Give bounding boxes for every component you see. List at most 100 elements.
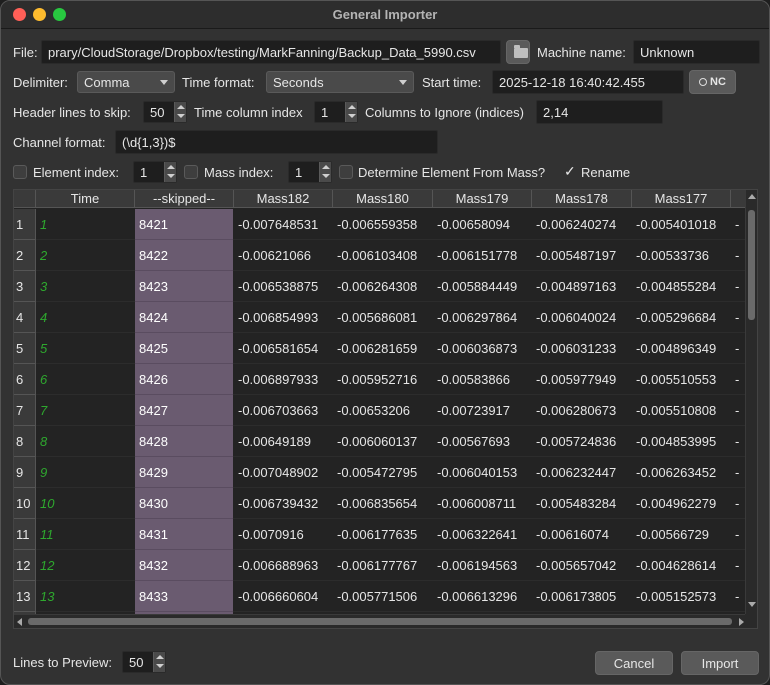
mass-value-cell[interactable]: -0.006173805 [532, 581, 632, 612]
mass-value-cell[interactable]: -0.00649189 [234, 426, 333, 457]
table-row[interactable]: 8 8 8428 -0.00649189 -0.006060137 -0.00567693… [14, 426, 757, 457]
table-row[interactable]: 7 7 8427 -0.006703663 -0.00653206 -0.00723917… [14, 395, 757, 426]
mass-value-cell[interactable]: -0.00567693 [433, 426, 532, 457]
mass-value-cell[interactable]: -0.007048902 [234, 457, 333, 488]
mass-value-cell[interactable]: -0.006854993 [234, 302, 333, 333]
mass-index-checkbox[interactable] [184, 165, 198, 179]
table-row[interactable]: 9 9 8429 -0.007048902 -0.005472795 -0.0060401… [14, 457, 757, 488]
mass-value-cell[interactable]: -0.006151778 [433, 240, 532, 271]
channel-format-field[interactable]: (\d{1,3})$ [115, 130, 438, 154]
mass-value-cell[interactable]: -0.004897163 [532, 271, 632, 302]
vertical-scrollbar[interactable] [745, 190, 757, 614]
machine-name-field[interactable]: Unknown [633, 40, 760, 64]
table-row[interactable]: 6 6 8426 -0.006897933 -0.005952716 -0.0058386… [14, 364, 757, 395]
table-row[interactable]: 10 10 8430 -0.006739432 -0.006835654 -0.00600… [14, 488, 757, 519]
row-number[interactable]: 7 [14, 395, 36, 426]
mass-value-cell[interactable]: -0.005952716 [333, 364, 433, 395]
mass-value-cell[interactable]: -0.005401018 [632, 209, 731, 240]
skipped-cell[interactable]: 8427 [135, 395, 233, 426]
time-cell[interactable]: 1 [36, 209, 134, 240]
mass-value-cell[interactable]: -0.005487197 [532, 240, 632, 271]
skipped-cell[interactable]: 8424 [135, 302, 233, 333]
column-header-skipped[interactable]: --skipped-- [135, 190, 234, 208]
mass-value-cell[interactable]: -0.00653206 [333, 395, 433, 426]
mass-value-cell[interactable]: -0.00658094 [433, 209, 532, 240]
mass-value-cell[interactable]: -0.006897933 [234, 364, 333, 395]
element-index-checkbox[interactable] [13, 165, 27, 179]
time-cell[interactable]: 10 [36, 488, 134, 519]
mass-value-cell[interactable]: -0.006322641 [433, 519, 532, 550]
mass-value-cell[interactable]: -0.006835654 [333, 488, 433, 519]
determine-element-checkbox[interactable] [339, 165, 353, 179]
row-number[interactable]: 1 [14, 209, 36, 240]
skipped-cell[interactable]: 8433 [135, 581, 233, 612]
mass-value-cell[interactable]: -0.004853995 [632, 426, 731, 457]
table-row[interactable]: 3 3 8423 -0.006538875 -0.006264308 -0.0058844… [14, 271, 757, 302]
row-number[interactable]: 10 [14, 488, 36, 519]
time-cell[interactable]: 4 [36, 302, 134, 333]
mass-value-cell[interactable]: -0.006194563 [433, 550, 532, 581]
start-time-field[interactable]: 2025-12-18 16:40:42.455 [492, 70, 684, 94]
mass-value-cell[interactable]: -0.006297864 [433, 302, 532, 333]
mass-value-cell[interactable]: -0.005296684 [632, 302, 731, 333]
mass-value-cell[interactable]: -0.006660604 [234, 581, 333, 612]
mass-value-cell[interactable]: -0.005657042 [532, 550, 632, 581]
mass-value-cell[interactable]: -0.006040153 [433, 457, 532, 488]
mass-value-cell[interactable]: -0.006739432 [234, 488, 333, 519]
time-cell[interactable]: 3 [36, 271, 134, 302]
mass-value-cell[interactable]: -0.005152573 [632, 581, 731, 612]
time-cell[interactable]: 11 [36, 519, 134, 550]
mass-value-cell[interactable]: -0.005724836 [532, 426, 632, 457]
mass-value-cell[interactable]: -0.006581654 [234, 333, 333, 364]
mass-value-cell[interactable]: -0.00583866 [433, 364, 532, 395]
vertical-scroll-thumb[interactable] [748, 210, 755, 320]
time-format-select[interactable]: Seconds [266, 71, 414, 93]
column-header-mass180[interactable]: Mass180 [333, 190, 433, 208]
mass-value-cell[interactable]: -0.006281659 [333, 333, 433, 364]
mass-value-cell[interactable]: -0.00566729 [632, 519, 731, 550]
stepper-icon[interactable] [319, 162, 331, 182]
nc-button[interactable]: NC [689, 70, 736, 94]
row-number[interactable]: 11 [14, 519, 36, 550]
column-header-mass177[interactable]: Mass177 [632, 190, 731, 208]
row-number[interactable]: 12 [14, 550, 36, 581]
columns-ignore-field[interactable]: 2,14 [536, 100, 663, 124]
time-cell[interactable]: 6 [36, 364, 134, 395]
stepper-icon[interactable] [174, 102, 186, 122]
row-number[interactable]: 9 [14, 457, 36, 488]
time-cell[interactable]: 13 [36, 581, 134, 612]
file-path-field[interactable]: prary/CloudStorage/Dropbox/testing/MarkF… [41, 40, 501, 64]
mass-value-cell[interactable]: -0.005510808 [632, 395, 731, 426]
table-row[interactable]: 11 11 8431 -0.0070916 -0.006177635 -0.0063226… [14, 519, 757, 550]
row-number[interactable]: 3 [14, 271, 36, 302]
table-row[interactable]: 5 5 8425 -0.006581654 -0.006281659 -0.0060368… [14, 333, 757, 364]
mass-value-cell[interactable]: -0.005771506 [333, 581, 433, 612]
time-cell[interactable]: 8 [36, 426, 134, 457]
row-number[interactable]: 8 [14, 426, 36, 457]
mass-value-cell[interactable]: -0.005686081 [333, 302, 433, 333]
mass-value-cell[interactable]: -0.006103408 [333, 240, 433, 271]
time-cell[interactable]: 12 [36, 550, 134, 581]
mass-value-cell[interactable]: -0.006613296 [433, 581, 532, 612]
row-number[interactable]: 13 [14, 581, 36, 612]
time-cell[interactable]: 9 [36, 457, 134, 488]
mass-value-cell[interactable]: -0.00723917 [433, 395, 532, 426]
scroll-left-icon[interactable] [17, 618, 22, 626]
time-cell[interactable]: 2 [36, 240, 134, 271]
mass-value-cell[interactable]: -0.007648531 [234, 209, 333, 240]
mass-value-cell[interactable]: -0.006559358 [333, 209, 433, 240]
skipped-cell[interactable]: 8421 [135, 209, 233, 240]
mass-value-cell[interactable]: -0.005472795 [333, 457, 433, 488]
table-row[interactable]: 2 2 8422 -0.00621066 -0.006103408 -0.00615177… [14, 240, 757, 271]
mass-value-cell[interactable]: -0.0070916 [234, 519, 333, 550]
mass-value-cell[interactable]: -0.004962279 [632, 488, 731, 519]
mass-value-cell[interactable]: -0.006036873 [433, 333, 532, 364]
mass-value-cell[interactable]: -0.006280673 [532, 395, 632, 426]
mass-value-cell[interactable]: -0.006703663 [234, 395, 333, 426]
skipped-cell[interactable]: 8423 [135, 271, 233, 302]
skipped-cell[interactable]: 8422 [135, 240, 233, 271]
skipped-cell[interactable]: 8428 [135, 426, 233, 457]
time-cell[interactable]: 5 [36, 333, 134, 364]
element-index-spinbox[interactable]: 1 [133, 161, 177, 183]
skipped-cell[interactable]: 8426 [135, 364, 233, 395]
